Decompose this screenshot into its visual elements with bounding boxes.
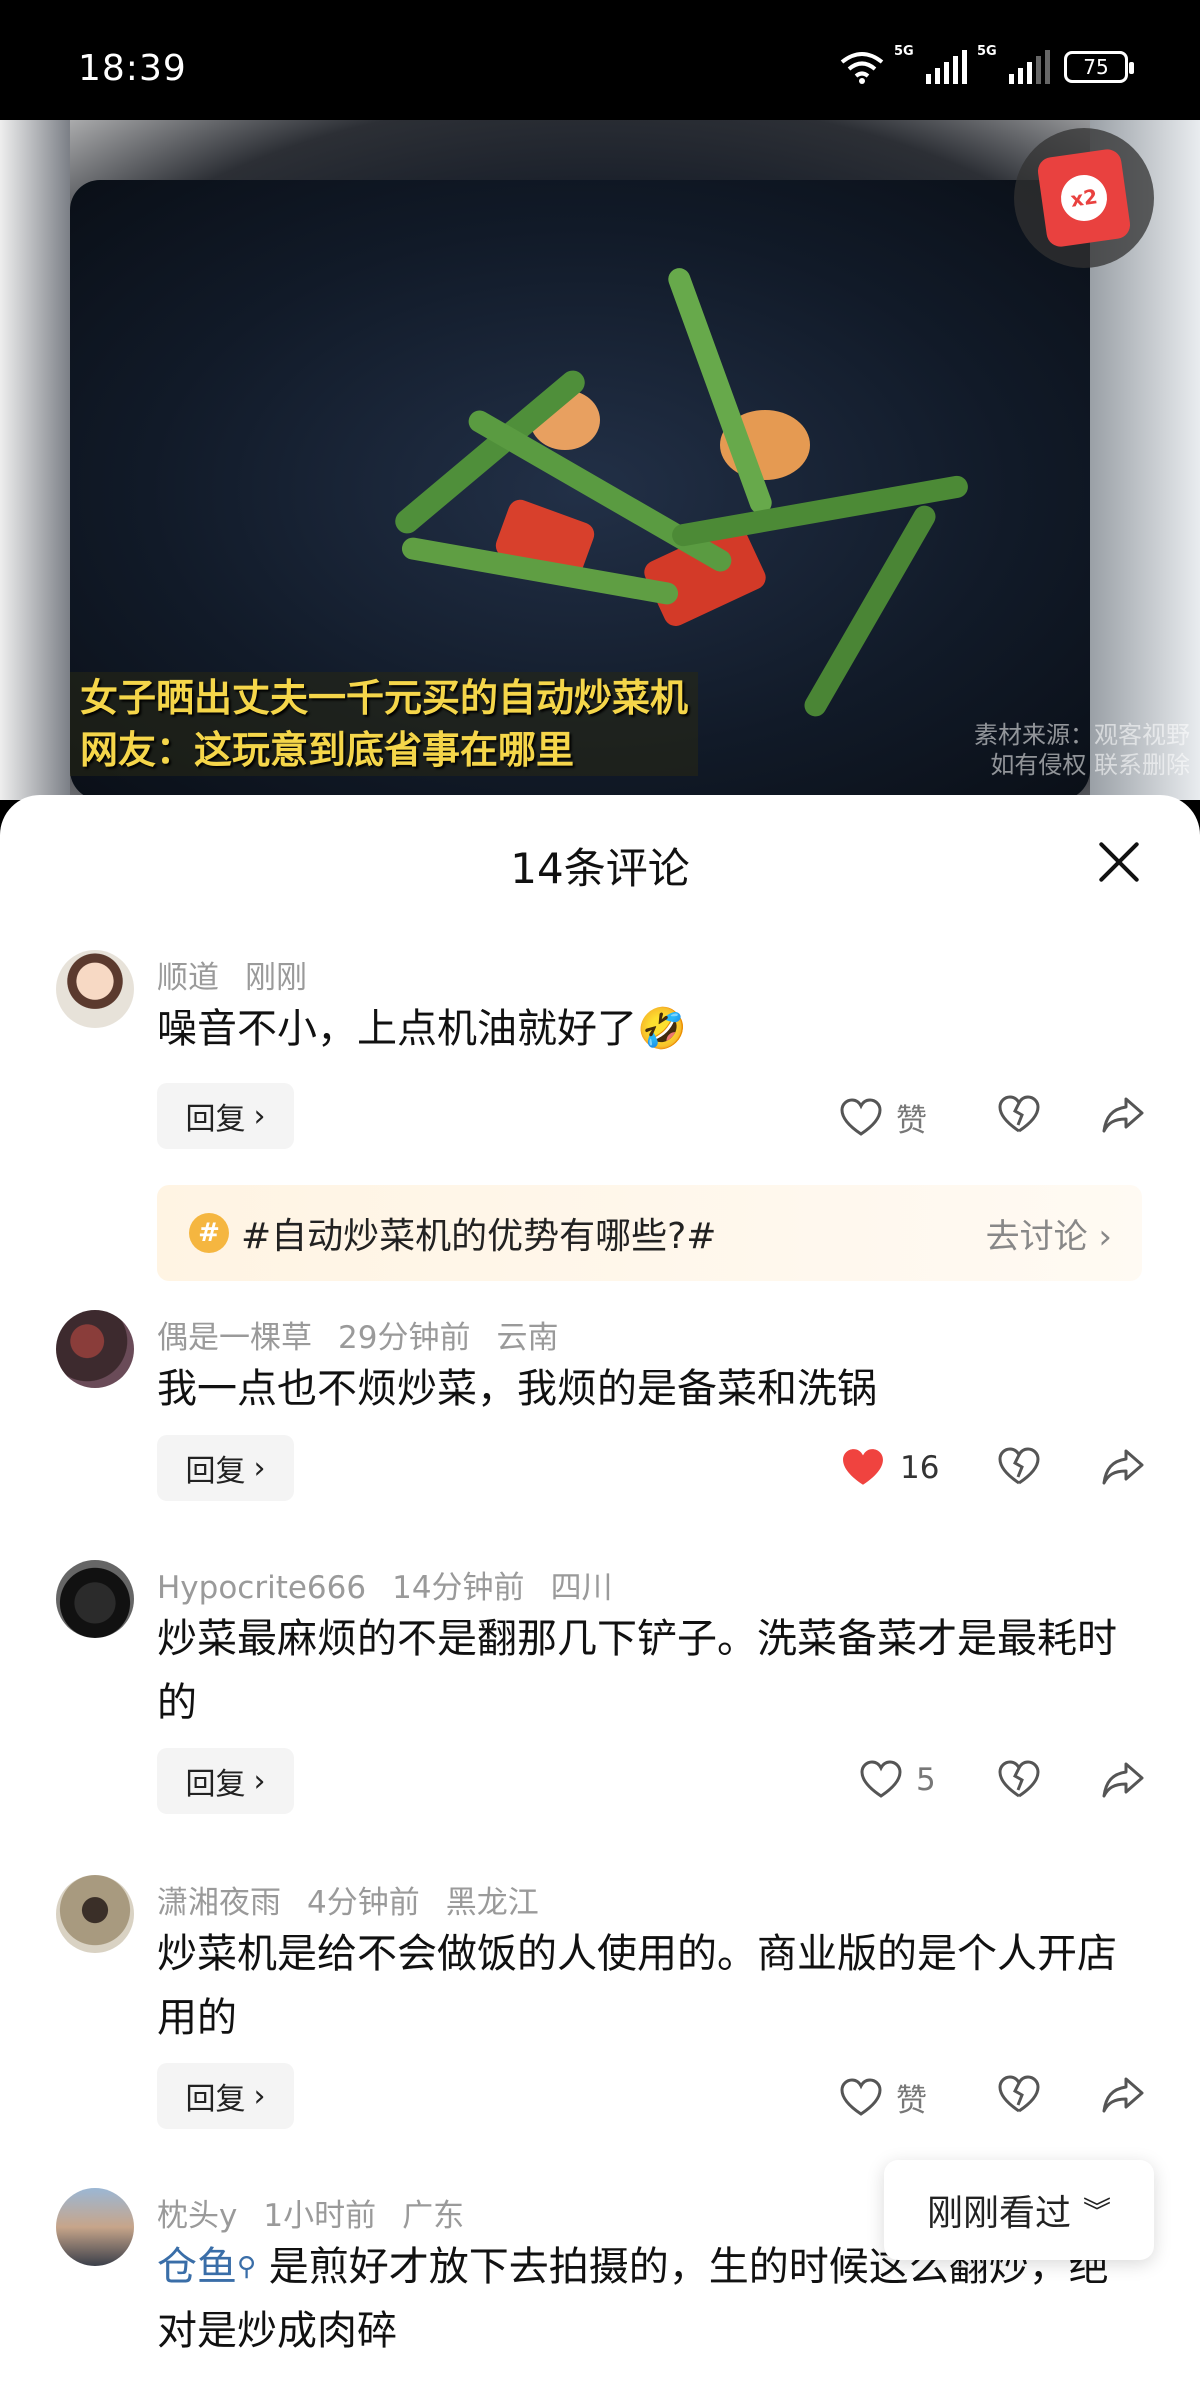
comment-actions: 16 — [840, 1435, 1160, 1501]
share-icon[interactable] — [1102, 1449, 1144, 1487]
dislike-broken-heart-icon[interactable] — [998, 1447, 1040, 1487]
like-count: 16 — [900, 1450, 940, 1486]
mention-link[interactable]: 仓鱼 — [157, 2244, 237, 2290]
double-chevron-down-icon: ︾ — [1083, 2195, 1112, 2228]
reply-button[interactable]: 回复 › — [157, 1748, 294, 1814]
like-count: 赞 — [896, 1103, 927, 1139]
chevron-right-icon: › — [253, 1763, 266, 1799]
clock: 18:39 — [78, 48, 187, 89]
comment-actions: 赞 — [840, 1083, 1160, 1149]
like-button[interactable]: 赞 — [840, 1095, 927, 1140]
comment-count-title: 14条评论 — [510, 844, 690, 893]
comment-text: 炒菜机是给不会做饭的人使用的。商业版的是个人开店用的 — [157, 1931, 1117, 2041]
search-icon: ⚲ — [237, 2252, 257, 2282]
red-packet-reward-button[interactable]: x2 — [1014, 128, 1154, 268]
comments-sheet: 14条评论 顺道 刚刚 噪音不小，上点机油就好了🤣 回复 › 赞 # #自动炒菜机的… — [0, 795, 1200, 2398]
username[interactable]: 偶是一棵草 — [157, 1320, 312, 1356]
avatar[interactable] — [56, 1875, 134, 1953]
username[interactable]: Hypocrite666 — [157, 1570, 366, 1606]
avatar[interactable] — [56, 1560, 134, 1638]
comment-time: 4分钟前 — [307, 1885, 420, 1921]
dislike-broken-heart-icon[interactable] — [998, 1095, 1040, 1135]
comment-time: 1小时前 — [263, 2198, 377, 2234]
like-button[interactable]: 16 — [840, 1447, 939, 1489]
heart-filled-icon — [843, 1449, 883, 1485]
comment-meta: 顺道 刚刚 — [157, 952, 333, 997]
heart-outline-icon — [840, 2077, 882, 2116]
comment-time: 刚刚 — [245, 960, 307, 996]
video-watermark: 素材来源：观客视野 如有侵权 联系删除 — [974, 721, 1190, 779]
comment-text: 噪音不小，上点机油就好了🤣 — [157, 1006, 687, 1052]
reply-button[interactable]: 回复 › — [157, 2063, 294, 2129]
comment-meta: 偶是一棵草 29分钟前 云南 — [157, 1312, 584, 1357]
comment-text: 我一点也不烦炒菜，我烦的是备菜和洗锅 — [157, 1366, 877, 1412]
video-player[interactable]: 女子晒出丈夫一千元买的自动炒菜机 网友：这玩意到底省事在哪里 素材来源：观客视野… — [0, 120, 1200, 800]
comment-meta: 潇湘夜雨 4分钟前 黑龙江 — [157, 1877, 565, 1922]
chevron-right-icon: › — [253, 1098, 266, 1134]
dislike-broken-heart-icon[interactable] — [998, 1760, 1040, 1800]
share-icon[interactable] — [1102, 1097, 1144, 1135]
comment-location: 云南 — [496, 1320, 559, 1356]
avatar[interactable] — [56, 950, 134, 1028]
video-frame — [0, 120, 70, 800]
hashtag-icon: # — [189, 1213, 229, 1253]
topic-text: #自动炒菜机的优势有哪些?# — [241, 1216, 717, 1257]
heart-outline-icon — [860, 1760, 902, 1798]
like-count: 赞 — [896, 2083, 927, 2119]
video-caption: 女子晒出丈夫一千元买的自动炒菜机 网友：这玩意到底省事在哪里 — [70, 672, 699, 776]
reply-button[interactable]: 回复 › — [157, 1435, 294, 1501]
comment-location: 广东 — [402, 2198, 465, 2234]
comment-time: 14分钟前 — [392, 1570, 525, 1606]
chevron-right-icon: › — [253, 2078, 266, 2114]
battery-icon: 75 — [1064, 51, 1134, 83]
cellular-signal-2-icon: 5G — [977, 44, 1050, 84]
comment-text: 炒菜最麻烦的不是翻那几下铲子。洗菜备菜才是最耗时的 — [157, 1616, 1117, 1726]
go-discuss-link[interactable]: 去讨论 › — [986, 1209, 1112, 1258]
like-button[interactable]: 5 — [860, 1760, 936, 1800]
share-icon[interactable] — [1102, 1762, 1144, 1800]
comment-location: 黑龙江 — [445, 1885, 539, 1921]
comment-actions: 赞 — [840, 2063, 1160, 2129]
like-count: 5 — [916, 1762, 936, 1798]
like-button[interactable]: 赞 — [840, 2075, 927, 2120]
comment-meta: 枕头y 1小时前 广东 — [157, 2190, 490, 2235]
chevron-right-icon: › — [253, 1450, 266, 1486]
sheet-header: 14条评论 — [0, 795, 1200, 929]
status-icons: 5G 5G 75 — [840, 44, 1134, 84]
username[interactable]: 顺道 — [157, 960, 219, 996]
comment-time: 29分钟前 — [338, 1320, 471, 1356]
heart-outline-icon — [840, 1097, 882, 1136]
status-bar: 18:39 5G 5G 75 — [0, 0, 1200, 120]
topic-discussion-card[interactable]: # #自动炒菜机的优势有哪些?# 去讨论 › — [157, 1185, 1142, 1281]
red-envelope-icon: x2 — [1036, 147, 1132, 249]
avatar[interactable] — [56, 1310, 134, 1388]
avatar[interactable] — [56, 2188, 134, 2266]
comment-location: 四川 — [550, 1570, 613, 1606]
share-icon[interactable] — [1102, 2077, 1144, 2115]
reply-button[interactable]: 回复 › — [157, 1083, 294, 1149]
dislike-broken-heart-icon[interactable] — [998, 2075, 1040, 2115]
username[interactable]: 潇湘夜雨 — [157, 1885, 281, 1921]
comment-actions: 5 — [840, 1748, 1160, 1814]
close-icon[interactable] — [1096, 839, 1142, 885]
cellular-signal-1-icon: 5G — [894, 44, 967, 84]
recently-watched-button[interactable]: 刚刚看过 ︾ — [884, 2160, 1154, 2260]
wifi-icon — [840, 52, 884, 84]
comment-meta: Hypocrite666 14分钟前 四川 — [157, 1562, 639, 1607]
username[interactable]: 枕头y — [157, 2198, 237, 2234]
